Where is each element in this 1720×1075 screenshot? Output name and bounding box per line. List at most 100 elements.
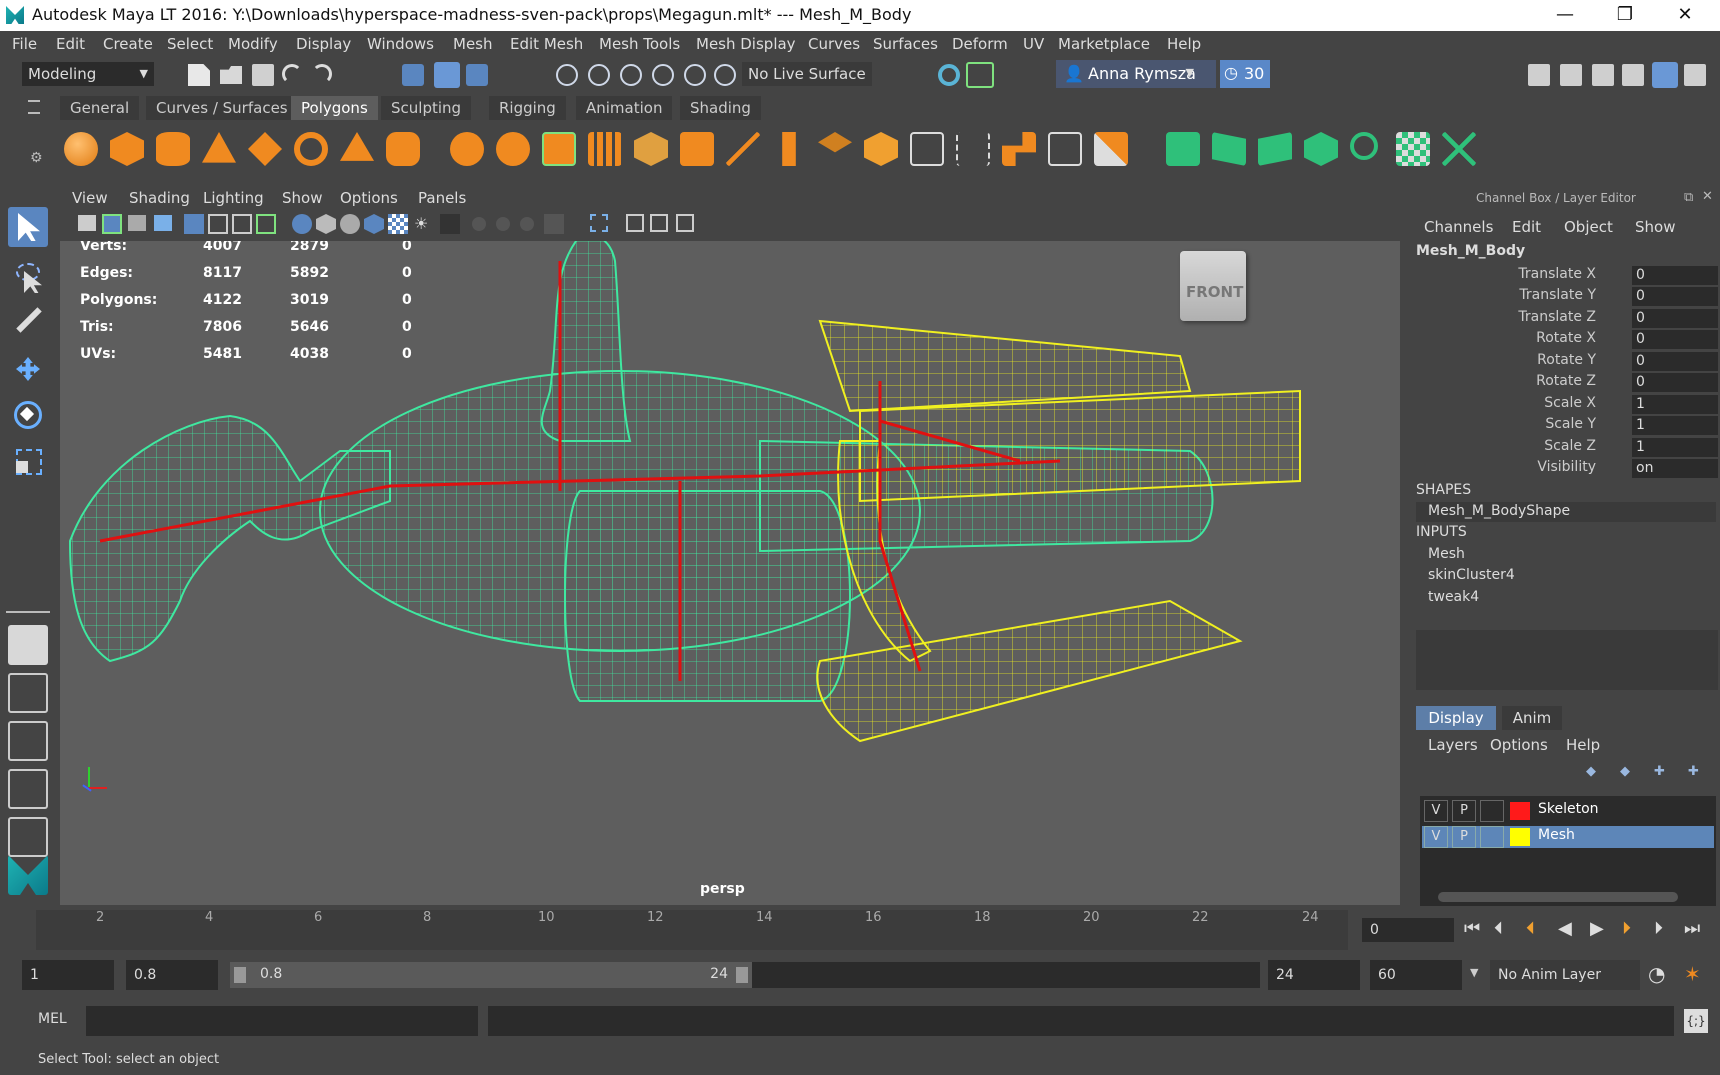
channel-label-scale-x[interactable]: Scale X: [1544, 395, 1596, 411]
close-panel-icon[interactable]: ✕: [1702, 189, 1713, 204]
make-live-icon[interactable]: [714, 64, 736, 86]
step-back-key-icon[interactable]: ⏴: [1526, 918, 1535, 939]
layer-display-type-toggle[interactable]: [1480, 826, 1504, 848]
layer-color-swatch[interactable]: [1510, 802, 1530, 820]
channel-value-translate-z[interactable]: 0: [1632, 309, 1718, 328]
menu-edit-mesh[interactable]: Edit Mesh: [510, 35, 583, 53]
move-layer-down-icon[interactable]: ◆: [1620, 764, 1630, 779]
layer-row-skeleton[interactable]: V P Skeleton: [1422, 800, 1714, 822]
smooth-icon[interactable]: [588, 132, 622, 166]
render-view-icon[interactable]: [938, 64, 960, 86]
menu-deform[interactable]: Deform: [952, 35, 1008, 53]
move-layer-up-icon[interactable]: ◆: [1586, 764, 1596, 779]
step-forward-key-icon[interactable]: ⏵: [1622, 918, 1631, 939]
merge-icon[interactable]: [1002, 132, 1036, 166]
input-item-mesh[interactable]: Mesh: [1428, 546, 1465, 562]
layer-visibility-toggle[interactable]: V: [1424, 800, 1448, 822]
poly-plane-icon[interactable]: [248, 132, 282, 166]
layer-display-type-toggle[interactable]: [1480, 800, 1504, 822]
smooth-shade-icon[interactable]: [316, 214, 336, 234]
four-view-layout-icon[interactable]: [8, 673, 48, 713]
mode-selector[interactable]: Modeling ▼: [22, 62, 154, 86]
persp-outliner-layout-icon[interactable]: [8, 721, 48, 761]
channel-value-scale-z[interactable]: 1: [1632, 438, 1718, 457]
lasso-tool-icon[interactable]: [8, 257, 48, 297]
select-camera-icon[interactable]: [78, 215, 96, 231]
offset-edge-loop-icon[interactable]: [818, 132, 852, 153]
shelf-tab-polygons[interactable]: Polygons: [291, 96, 378, 120]
outliner-icon[interactable]: [1622, 64, 1644, 86]
auto-key-icon[interactable]: ◔: [1648, 962, 1665, 986]
snap-point-icon[interactable]: [620, 64, 642, 86]
scale-tool-icon[interactable]: [8, 441, 48, 481]
step-forward-frame-icon[interactable]: ⏵: [1654, 918, 1663, 939]
layer-list-horizontal-scrollbar[interactable]: [1438, 892, 1678, 902]
range-start-grip-icon[interactable]: [234, 967, 246, 983]
separate-icon[interactable]: [496, 132, 530, 166]
channel-value-scale-x[interactable]: 1: [1632, 395, 1718, 414]
channel-label-translate-y[interactable]: Translate Y: [1519, 287, 1596, 303]
film-gate-icon[interactable]: [208, 214, 228, 234]
antialiasing-icon[interactable]: [520, 217, 534, 231]
uv-editor-icon[interactable]: [1166, 132, 1200, 166]
minimize-button[interactable]: —: [1537, 0, 1593, 31]
persp-graph-layout-icon[interactable]: [8, 769, 48, 809]
cut-uv-icon[interactable]: [1442, 132, 1476, 166]
target-weld-icon[interactable]: [910, 132, 944, 166]
menu-mesh[interactable]: Mesh: [453, 35, 493, 53]
snap-view-icon[interactable]: [652, 64, 674, 86]
poly-cylinder-icon[interactable]: [156, 132, 190, 166]
new-scene-icon[interactable]: [188, 64, 210, 86]
bookmarks-icon[interactable]: [128, 215, 146, 231]
shadows-icon[interactable]: [440, 214, 460, 234]
layer-menu-help[interactable]: Help: [1566, 736, 1600, 754]
go-to-end-icon[interactable]: ⏭: [1684, 918, 1700, 939]
bridge-icon[interactable]: [680, 132, 714, 166]
layer-menu-options[interactable]: Options: [1490, 736, 1548, 754]
redo-icon[interactable]: [312, 64, 332, 84]
layer-visibility-toggle[interactable]: V: [1424, 826, 1448, 848]
step-back-frame-icon[interactable]: ⏴: [1494, 918, 1503, 939]
time-slider-track[interactable]: [36, 910, 1348, 950]
bevel-icon[interactable]: [864, 132, 898, 166]
shelf-gear-icon[interactable]: ⚙: [30, 150, 43, 166]
textured-icon[interactable]: [388, 214, 408, 234]
input-item-tweak[interactable]: tweak4: [1428, 589, 1479, 605]
user-account-button[interactable]: 👤 Anna Rymsza ▼: [1056, 60, 1216, 88]
panel-menu-panels[interactable]: Panels: [418, 189, 466, 207]
attribute-editor-icon[interactable]: [1560, 64, 1582, 86]
rotate-tool-icon[interactable]: [8, 395, 48, 435]
panel-menu-lighting[interactable]: Lighting: [203, 189, 264, 207]
undo-icon[interactable]: [282, 64, 302, 84]
panel-menu-shading[interactable]: Shading: [129, 189, 190, 207]
menu-display[interactable]: Display: [296, 35, 351, 53]
channel-value-rotate-y[interactable]: 0: [1632, 352, 1718, 371]
snap-grid-icon[interactable]: [556, 64, 578, 86]
menu-uv[interactable]: UV: [1023, 35, 1044, 53]
persp-hypershade-layout-icon[interactable]: [8, 817, 48, 857]
gate-mask-icon[interactable]: [256, 214, 276, 234]
input-item-skincluster[interactable]: skinCluster4: [1428, 567, 1515, 583]
save-scene-icon[interactable]: [252, 64, 274, 86]
select-component-icon[interactable]: [466, 64, 488, 86]
menu-marketplace[interactable]: Marketplace: [1058, 35, 1150, 53]
notifications-button[interactable]: ◷ 30: [1220, 60, 1270, 88]
xray-icon[interactable]: [364, 214, 384, 234]
panel-menu-show[interactable]: Show: [282, 189, 322, 207]
menu-file[interactable]: File: [12, 35, 37, 53]
command-input[interactable]: [86, 1006, 478, 1036]
menu-modify[interactable]: Modify: [228, 35, 278, 53]
poly-torus-icon[interactable]: [294, 132, 328, 166]
shape-row[interactable]: Mesh_M_BodyShape: [1416, 502, 1716, 522]
new-layer-icon[interactable]: ✚: [1654, 764, 1665, 779]
layer-tab-anim[interactable]: Anim: [1502, 706, 1562, 730]
isolate-view-icon[interactable]: [590, 214, 608, 232]
paint-select-tool-icon[interactable]: [8, 303, 48, 343]
frame-selected-icon[interactable]: [650, 214, 668, 232]
select-hierarchy-icon[interactable]: [402, 64, 424, 86]
depth-of-field-icon[interactable]: [544, 214, 564, 234]
perspective-viewport[interactable]: Verts: 4007 2879 0 Edges: 8117 5892 0 Po…: [60, 241, 1400, 905]
unfold-icon[interactable]: [1350, 132, 1378, 160]
maya-home-icon[interactable]: [8, 855, 48, 895]
anim-layer-selector[interactable]: No Anim Layer: [1490, 960, 1640, 990]
